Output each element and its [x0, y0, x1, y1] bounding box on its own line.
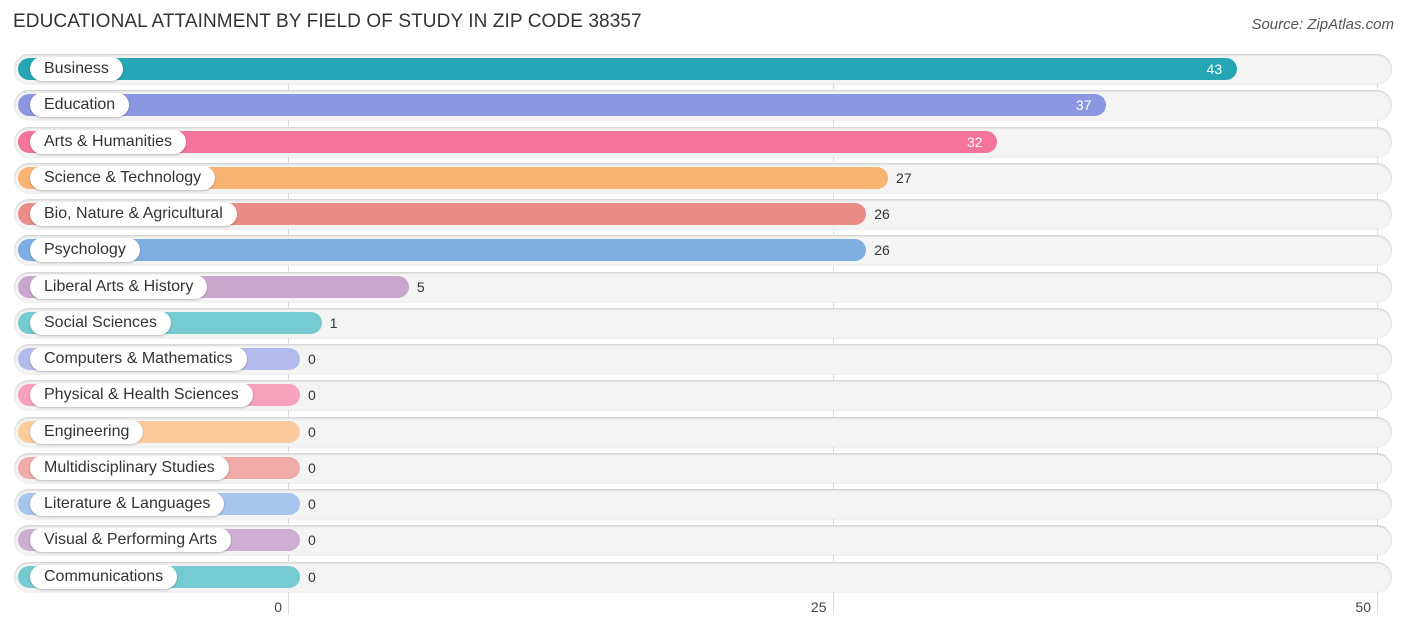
category-label: Multidisciplinary Studies [30, 455, 229, 480]
category-label: Communications [30, 564, 178, 589]
bar [18, 58, 1237, 80]
bar [18, 94, 1106, 117]
category-label: Liberal Arts & History [30, 274, 208, 299]
value-label: 0 [308, 496, 316, 512]
category-label: Social Sciences [30, 310, 171, 335]
category-label: Science & Technology [30, 165, 216, 190]
value-label: 26 [874, 242, 890, 259]
value-label: 0 [308, 351, 316, 367]
value-label: 43 [1206, 61, 1223, 77]
category-label: Literature & Languages [30, 492, 225, 516]
value-label: 32 [966, 133, 983, 150]
value-label: 26 [874, 206, 890, 222]
value-label: 37 [1075, 97, 1092, 114]
category-label: Visual & Performing Arts [30, 528, 232, 553]
value-label: 27 [896, 169, 912, 186]
value-label: 0 [308, 423, 316, 440]
category-label: Engineering [30, 419, 144, 444]
value-label: 0 [308, 532, 316, 549]
x-tick-label: 25 [810, 599, 827, 615]
x-tick-label: 50 [1355, 599, 1371, 615]
category-label: Education [30, 93, 130, 118]
category-label: Computers & Mathematics [30, 347, 247, 371]
category-label: Business [30, 57, 123, 81]
value-label: 5 [416, 278, 425, 295]
value-label: 1 [329, 314, 338, 331]
value-label: 0 [308, 387, 316, 404]
value-label: 0 [308, 568, 316, 585]
category-label: Physical & Health Sciences [30, 383, 253, 408]
x-tick-label: 0 [274, 599, 282, 615]
category-label: Bio, Nature & Agricultural [30, 202, 237, 226]
bar-chart: 0 25 50 Business 43 Education 37 Arts & Humanit… [0, 0, 1406, 631]
category-label: Arts & Humanities [30, 129, 187, 154]
value-label: 0 [308, 459, 316, 476]
bar [18, 239, 867, 262]
category-label: Psychology [30, 238, 140, 263]
